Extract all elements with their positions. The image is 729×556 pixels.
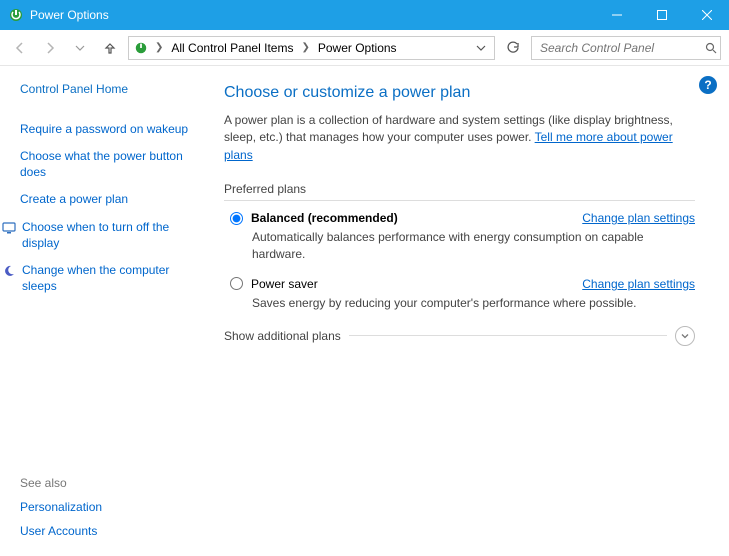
titlebar: Power Options — [0, 0, 729, 30]
page-title: Choose or customize a power plan — [224, 84, 695, 102]
page-description: A power plan is a collection of hardware… — [224, 112, 695, 164]
sidebar-item-label: Choose what the power button does — [20, 149, 202, 180]
plan-powersaver: Power saver Change plan settings Saves e… — [230, 277, 695, 312]
divider — [349, 335, 667, 336]
up-button[interactable] — [98, 36, 122, 60]
sidebar-item-label: Control Panel Home — [20, 82, 128, 98]
address-bar[interactable]: ❯ All Control Panel Items ❯ Power Option… — [128, 36, 495, 60]
sidebar-item-sleep[interactable]: Change when the computer sleeps — [2, 263, 202, 294]
help-button[interactable]: ? — [699, 76, 717, 94]
see-also-header: See also — [20, 476, 202, 490]
search-input[interactable] — [538, 40, 699, 56]
plan-powersaver-radio[interactable] — [230, 277, 243, 290]
divider — [224, 200, 695, 201]
chevron-right-icon[interactable]: ❯ — [299, 42, 311, 53]
chevron-right-icon[interactable]: ❯ — [153, 42, 165, 53]
close-button[interactable] — [684, 0, 729, 30]
show-additional-plans[interactable]: Show additional plans — [224, 329, 341, 343]
seealso-user-accounts[interactable]: User Accounts — [20, 524, 202, 538]
back-button[interactable] — [8, 36, 32, 60]
sidebar-item-label: Change when the computer sleeps — [22, 263, 202, 294]
breadcrumb-current[interactable]: Power Options — [316, 41, 399, 55]
preferred-plans-label: Preferred plans — [224, 182, 695, 196]
sidebar-item-display-off[interactable]: Choose when to turn off the display — [2, 220, 202, 251]
refresh-button[interactable] — [501, 36, 525, 60]
control-panel-icon — [133, 40, 149, 56]
moon-icon — [2, 264, 16, 278]
search-box[interactable] — [531, 36, 721, 60]
sidebar: Control Panel Home Require a password on… — [0, 66, 210, 556]
plan-balanced-name[interactable]: Balanced (recommended) — [251, 211, 398, 225]
address-dropdown-icon[interactable] — [472, 43, 490, 53]
sidebar-item-create-plan[interactable]: Create a power plan — [20, 192, 202, 208]
seealso-label: Personalization — [20, 500, 102, 514]
breadcrumb-root[interactable]: All Control Panel Items — [169, 41, 295, 55]
expand-button[interactable] — [675, 326, 695, 346]
nav-row: ❯ All Control Panel Items ❯ Power Option… — [0, 30, 729, 66]
display-icon — [2, 221, 16, 235]
sidebar-item-require-password[interactable]: Require a password on wakeup — [20, 122, 202, 138]
seealso-label: User Accounts — [20, 524, 97, 538]
sidebar-item-power-button[interactable]: Choose what the power button does — [20, 149, 202, 180]
sidebar-item-label: Require a password on wakeup — [20, 122, 188, 138]
plan-powersaver-desc: Saves energy by reducing your computer's… — [252, 295, 695, 312]
seealso-personalization[interactable]: Personalization — [20, 500, 202, 514]
recent-locations-button[interactable] — [68, 36, 92, 60]
maximize-button[interactable] — [639, 0, 684, 30]
search-icon[interactable] — [705, 42, 717, 54]
power-options-icon — [8, 7, 24, 23]
plan-balanced-settings-link[interactable]: Change plan settings — [582, 211, 695, 225]
plan-balanced-radio[interactable] — [230, 212, 243, 225]
minimize-button[interactable] — [594, 0, 639, 30]
plan-powersaver-settings-link[interactable]: Change plan settings — [582, 277, 695, 291]
plan-powersaver-name[interactable]: Power saver — [251, 277, 318, 291]
sidebar-item-label: Choose when to turn off the display — [22, 220, 202, 251]
plan-balanced-desc: Automatically balances performance with … — [252, 229, 695, 263]
content-pane: ? Choose or customize a power plan A pow… — [210, 66, 729, 556]
control-panel-home-link[interactable]: Control Panel Home — [20, 82, 202, 98]
window-title: Power Options — [30, 8, 109, 22]
plan-balanced: Balanced (recommended) Change plan setti… — [230, 211, 695, 263]
forward-button[interactable] — [38, 36, 62, 60]
sidebar-item-label: Create a power plan — [20, 192, 128, 208]
